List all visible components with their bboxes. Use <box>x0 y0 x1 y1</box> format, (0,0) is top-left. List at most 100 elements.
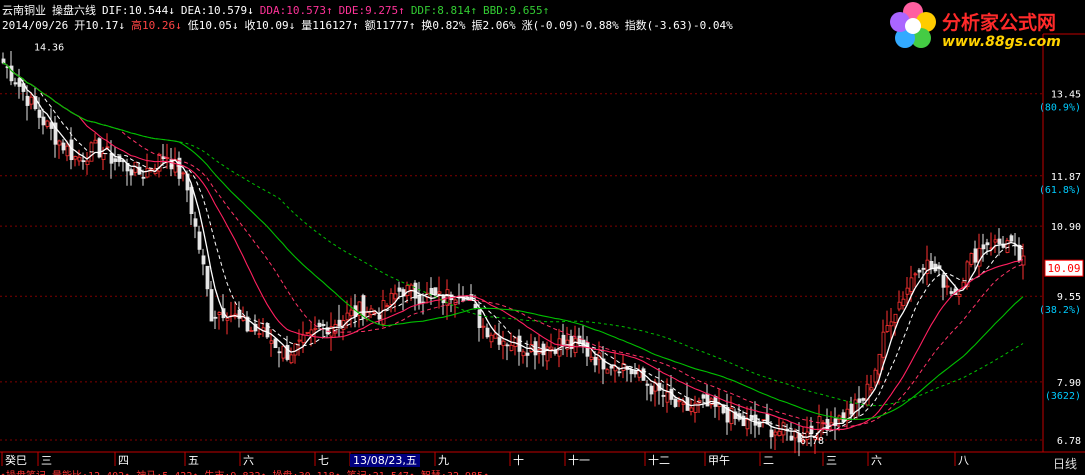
candle-body-124 <box>497 337 502 345</box>
candle-body-226 <box>905 287 910 295</box>
candle-body-96 <box>385 305 390 307</box>
y-tick-pct-0: (80.9%) <box>1039 103 1081 114</box>
candle-body-239 <box>957 293 962 298</box>
candle-body-166 <box>665 391 670 403</box>
y-tick-label-4: 7.90 <box>1057 378 1081 389</box>
candle-body-214 <box>857 398 862 403</box>
candle-body-220 <box>881 331 886 358</box>
candle-body-14 <box>57 140 62 146</box>
candle-body-137 <box>549 346 554 350</box>
stock-chart-window: 13.45 (80.9%) 11.87 (61.8%) 10.90 9.55 (38.2%)… <box>0 0 1085 475</box>
ma-line-white <box>2 62 1024 438</box>
timeframe-button[interactable]: 日线 <box>1045 455 1085 473</box>
candle-body-246 <box>985 242 990 246</box>
candle-body-11 <box>45 120 50 127</box>
y-tick-label-0: 13.45 <box>1051 90 1081 101</box>
quote-value-6: 额11777↑ <box>364 19 416 32</box>
candle-body-21 <box>85 160 90 165</box>
candle-body-18 <box>73 156 78 160</box>
candle-body-235 <box>941 274 946 288</box>
low-price-annotation: 6.78 <box>800 436 824 447</box>
candle-body-242 <box>969 253 974 265</box>
candle-body-212 <box>849 403 854 415</box>
candle-body-121 <box>485 327 490 338</box>
y-tick-pct-3: (38.2%) <box>1039 305 1081 316</box>
candle-body-25 <box>101 153 106 160</box>
candle-body-252 <box>1009 235 1014 242</box>
candle-body-126 <box>505 344 510 347</box>
candle-body-109 <box>437 291 442 294</box>
ma-line-red <box>2 62 1024 431</box>
y-tick-label-5: 6.78 <box>1057 436 1081 447</box>
candle-body-62 <box>249 330 254 332</box>
current-price-label: 10.09 <box>1047 262 1080 275</box>
candle-body-74 <box>297 339 302 342</box>
candle-body-95 <box>381 300 386 325</box>
candle-body-221 <box>885 325 890 332</box>
candle-body-225 <box>901 298 906 306</box>
candle-body-243 <box>973 248 978 263</box>
candle-body-52 <box>209 289 214 322</box>
candle-body-36 <box>145 167 150 178</box>
x-tick-label-1: 三 <box>41 454 52 467</box>
candle-body-237 <box>949 291 954 294</box>
candle-body-101 <box>405 285 410 297</box>
candle-body-64 <box>257 333 262 335</box>
candle-body-3 <box>13 82 18 85</box>
candle-body-147 <box>589 356 594 360</box>
x-tick-label-2: 四 <box>118 454 129 467</box>
indicator-value-7: BBD:9.655↑ <box>483 4 550 17</box>
candle-body-7 <box>29 96 34 105</box>
candle-body-223 <box>893 313 898 323</box>
x-tick-label-4: 六 <box>243 454 254 467</box>
x-tick-label-10: 十二 <box>648 453 670 467</box>
candle-body-248 <box>993 239 998 243</box>
candle-body-69 <box>277 351 282 354</box>
candle-body-28 <box>113 158 118 162</box>
x-tick-label-7: 九 <box>438 454 449 467</box>
candle-body-23 <box>93 139 98 144</box>
y-tick-pct-4: (3622) <box>1045 391 1081 402</box>
logo-url: www.88gs.com <box>942 34 1061 50</box>
candle-body-68 <box>273 338 278 349</box>
candle-body-168 <box>673 398 678 407</box>
candle-body-224 <box>897 301 902 310</box>
candle-body-219 <box>877 353 882 375</box>
candle-body-169 <box>677 400 682 403</box>
candle-body-6 <box>25 95 30 106</box>
candle-body-249 <box>997 238 1002 245</box>
candle-body-158 <box>633 371 638 375</box>
candle-body-255 <box>1021 255 1026 266</box>
candle-body-218 <box>873 369 878 383</box>
candle-body-4 <box>17 78 22 87</box>
candle-body-53 <box>213 316 218 319</box>
indicator-value-4: DDA:10.573↑ <box>259 4 333 17</box>
quote-value-10: 指数(-3.63)-0.04% <box>624 19 733 32</box>
indicator-header: 云南铜业 操盘六线 DIF:10.544↓ DEA:10.579↓ DDA:10.573… <box>2 4 555 17</box>
candle-body-186 <box>745 419 750 430</box>
indicator-value-5: DDE:9.275↑ <box>338 4 405 17</box>
candle-body-47 <box>189 187 194 215</box>
flower-logo-icon <box>890 2 936 48</box>
quote-value-4: 收10.09↓ <box>244 19 296 32</box>
candle-body-210 <box>841 412 846 422</box>
quote-value-7: 换0.82% <box>421 19 466 32</box>
ma-line-green <box>2 62 1024 420</box>
candle-body-104 <box>417 294 422 305</box>
candle-body-222 <box>889 321 894 327</box>
price-chart[interactable]: 13.45 (80.9%) 11.87 (61.8%) 10.90 9.55 (38.2%)… <box>0 0 1085 475</box>
indicator-value-0: 云南铜业 <box>2 4 46 17</box>
candle-body-48 <box>193 218 198 227</box>
candle-body-54 <box>217 312 222 315</box>
candle-body-90 <box>361 295 366 319</box>
quote-value-8: 振2.06% <box>471 19 516 32</box>
candle-body-76 <box>305 331 310 334</box>
candle-body-20 <box>81 160 86 163</box>
candle-body-99 <box>397 287 402 292</box>
x-tick-label-6: 13/08/23,五 <box>353 454 417 467</box>
indicator-value-2: DIF:10.544↓ <box>102 4 175 17</box>
high-price-annotation: 14.36 <box>34 42 64 53</box>
candle-body-79 <box>317 322 322 328</box>
logo-title: 分析家公式网 <box>942 12 1057 34</box>
quote-header: 2014/09/26 开10.17↓ 高10.26↓ 低10.05↓ 收10.09↓ 量1… <box>2 19 739 32</box>
